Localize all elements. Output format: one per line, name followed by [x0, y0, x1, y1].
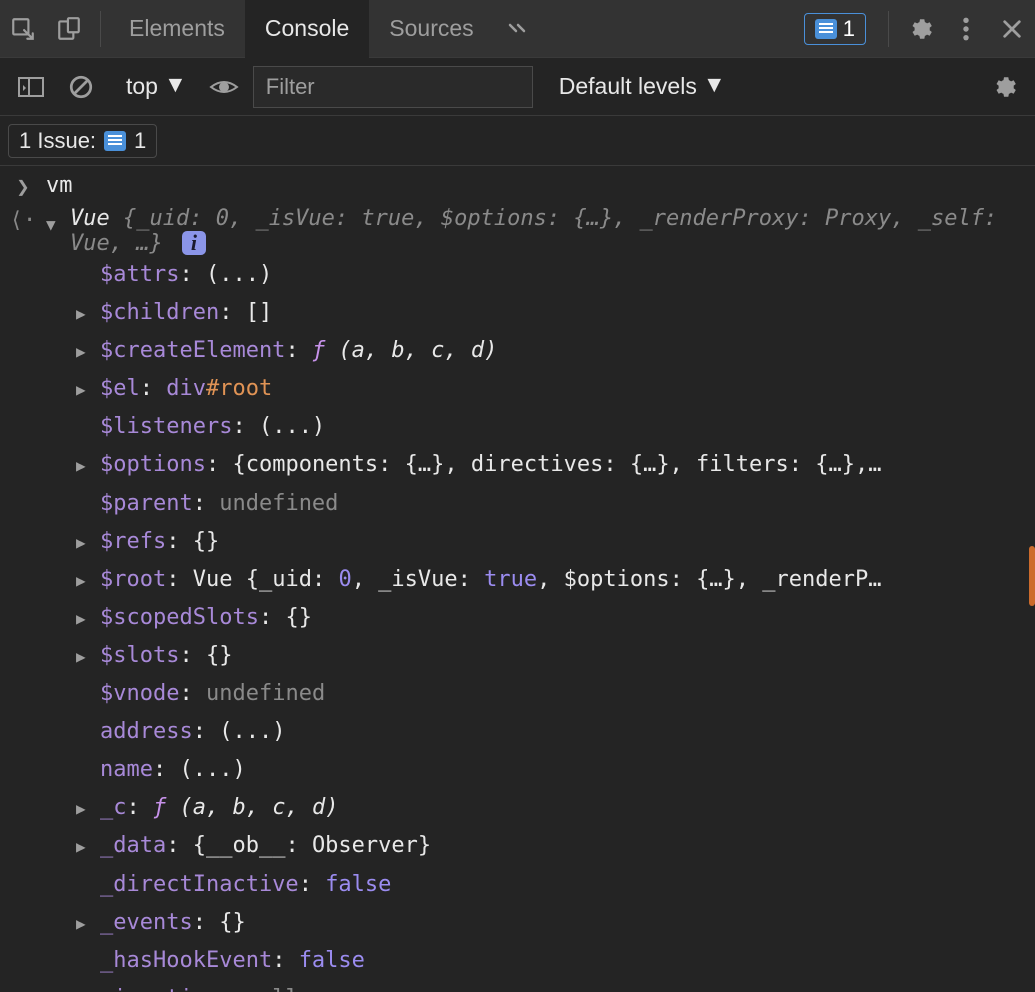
property-content: _data: {__ob__: Observer} [100, 829, 431, 863]
object-property-row[interactable]: ▶_hasHookEvent: false [76, 942, 1023, 980]
property-content: $vnode: undefined [100, 677, 325, 711]
object-property-row[interactable]: ▶$options: {components: {…}, directives:… [76, 446, 1023, 484]
expand-toggle[interactable]: ▶ [76, 639, 100, 670]
chat-icon [104, 131, 126, 151]
input-expression[interactable]: vm [46, 173, 1035, 198]
object-property-row[interactable]: ▶$root: Vue {_uid: 0, _isVue: true, $opt… [76, 561, 1023, 599]
property-content: _inactive: null [100, 982, 299, 992]
object-property-row[interactable]: ▶$listeners: (...) [76, 408, 1023, 446]
object-property-row[interactable]: ▶name: (...) [76, 751, 1023, 789]
object-property-row[interactable]: ▶$parent: undefined [76, 485, 1023, 523]
property-content: name: (...) [100, 753, 246, 787]
issues-label: 1 Issue: [19, 128, 96, 154]
kebab-menu-icon[interactable] [943, 0, 989, 58]
chat-icon [815, 19, 837, 39]
object-property-row[interactable]: ▶$createElement: ƒ (a, b, c, d) [76, 332, 1023, 370]
more-tabs-chevron-icon[interactable] [494, 0, 540, 58]
console-settings-gear-icon[interactable] [983, 66, 1025, 108]
settings-gear-icon[interactable] [897, 0, 943, 58]
property-content: $slots: {} [100, 639, 232, 673]
property-content: address: (...) [100, 715, 285, 749]
issues-count: 1 [134, 128, 146, 154]
log-levels-selector[interactable]: Default levels ▼ [559, 73, 726, 100]
object-property-row[interactable]: ▶_c: ƒ (a, b, c, d) [76, 789, 1023, 827]
property-content: _directInactive: false [100, 868, 391, 902]
property-content: _c: ƒ (a, b, c, d) [100, 791, 338, 825]
tab-sources[interactable]: Sources [369, 0, 493, 58]
property-content: $children: [] [100, 296, 272, 330]
object-property-row[interactable]: ▶_events: {} [76, 904, 1023, 942]
input-chevron-icon: ❯ [0, 173, 46, 200]
expand-toggle[interactable]: ▶ [76, 525, 100, 556]
device-toolbar-icon[interactable] [46, 0, 92, 58]
tab-elements[interactable]: Elements [109, 0, 245, 58]
object-property-row[interactable]: ▶$vnode: undefined [76, 675, 1023, 713]
filter-input[interactable] [253, 66, 533, 108]
object-property-row[interactable]: ▶_data: {__ob__: Observer} [76, 827, 1023, 865]
separator [100, 11, 101, 47]
property-content: $el: div#root [100, 372, 272, 406]
property-content: $root: Vue {_uid: 0, _isVue: true, $opti… [100, 563, 882, 597]
object-property-row[interactable]: ▶$el: div#root [76, 370, 1023, 408]
expand-toggle[interactable]: ▶ [76, 563, 100, 594]
object-property-row[interactable]: ▶$scopedSlots: {} [76, 599, 1023, 637]
scrollbar-marker [1029, 546, 1035, 606]
console-output: ❯ vm ⟨· ▼ Vue {_uid: 0, _isVue: true, $o… [0, 166, 1035, 992]
context-selector[interactable]: top ▼ [118, 73, 195, 100]
toggle-sidebar-icon[interactable] [10, 66, 52, 108]
issues-pill[interactable]: 1 Issue: 1 [8, 124, 157, 158]
expand-toggle[interactable]: ▶ [76, 448, 100, 479]
live-expression-eye-icon[interactable] [203, 66, 245, 108]
expand-toggle[interactable]: ▼ [46, 206, 70, 234]
object-property-row[interactable]: ▶address: (...) [76, 713, 1023, 751]
property-content: $createElement: ƒ (a, b, c, d) [100, 334, 497, 368]
property-content: $scopedSlots: {} [100, 601, 312, 635]
expand-toggle[interactable]: ▶ [76, 372, 100, 403]
chevron-down-icon: ▼ [164, 71, 187, 98]
expand-toggle[interactable]: ▶ [76, 906, 100, 937]
devtools-tabbar: Elements Console Sources 1 [0, 0, 1035, 58]
clear-console-icon[interactable] [60, 66, 102, 108]
object-property-row[interactable]: ▶_inactive: null [76, 980, 1023, 992]
issues-bar: 1 Issue: 1 [0, 116, 1035, 166]
log-levels-label: Default levels [559, 73, 697, 100]
object-property-row[interactable]: ▶$refs: {} [76, 523, 1023, 561]
object-property-row[interactable]: ▶$children: [] [76, 294, 1023, 332]
expand-toggle[interactable]: ▶ [76, 601, 100, 632]
property-content: $parent: undefined [100, 487, 338, 521]
object-property-row[interactable]: ▶_directInactive: false [76, 866, 1023, 904]
object-property-row[interactable]: ▶$attrs: (...) [76, 256, 1023, 294]
expand-toggle[interactable]: ▶ [76, 791, 100, 822]
output-chevron-icon: ⟨· [0, 206, 46, 233]
object-property-row[interactable]: ▶$slots: {} [76, 637, 1023, 675]
property-content: _events: {} [100, 906, 246, 940]
console-input-row: ❯ vm [0, 170, 1035, 203]
issues-badge-count: 1 [843, 16, 855, 42]
console-toolbar: top ▼ Default levels ▼ [0, 58, 1035, 116]
property-content: $refs: {} [100, 525, 219, 559]
issues-badge[interactable]: 1 [804, 13, 866, 45]
info-badge-icon[interactable]: i [182, 231, 206, 255]
property-content: $attrs: (...) [100, 258, 272, 292]
expand-toggle[interactable]: ▶ [76, 334, 100, 365]
chevron-down-icon: ▼ [703, 71, 726, 98]
console-result-row: ⟨· ▼ Vue {_uid: 0, _isVue: true, $option… [0, 203, 1035, 992]
context-label: top [126, 73, 158, 100]
expand-toggle[interactable]: ▶ [76, 829, 100, 860]
expand-toggle[interactable]: ▶ [76, 296, 100, 327]
result-preview[interactable]: Vue {_uid: 0, _isVue: true, $options: {…… [70, 206, 1023, 256]
property-content: $listeners: (...) [100, 410, 325, 444]
tab-console[interactable]: Console [245, 0, 369, 58]
separator [888, 11, 889, 47]
close-icon[interactable] [989, 0, 1035, 58]
inspect-element-icon[interactable] [0, 0, 46, 58]
property-content: _hasHookEvent: false [100, 944, 365, 978]
property-content: $options: {components: {…}, directives: … [100, 448, 881, 482]
